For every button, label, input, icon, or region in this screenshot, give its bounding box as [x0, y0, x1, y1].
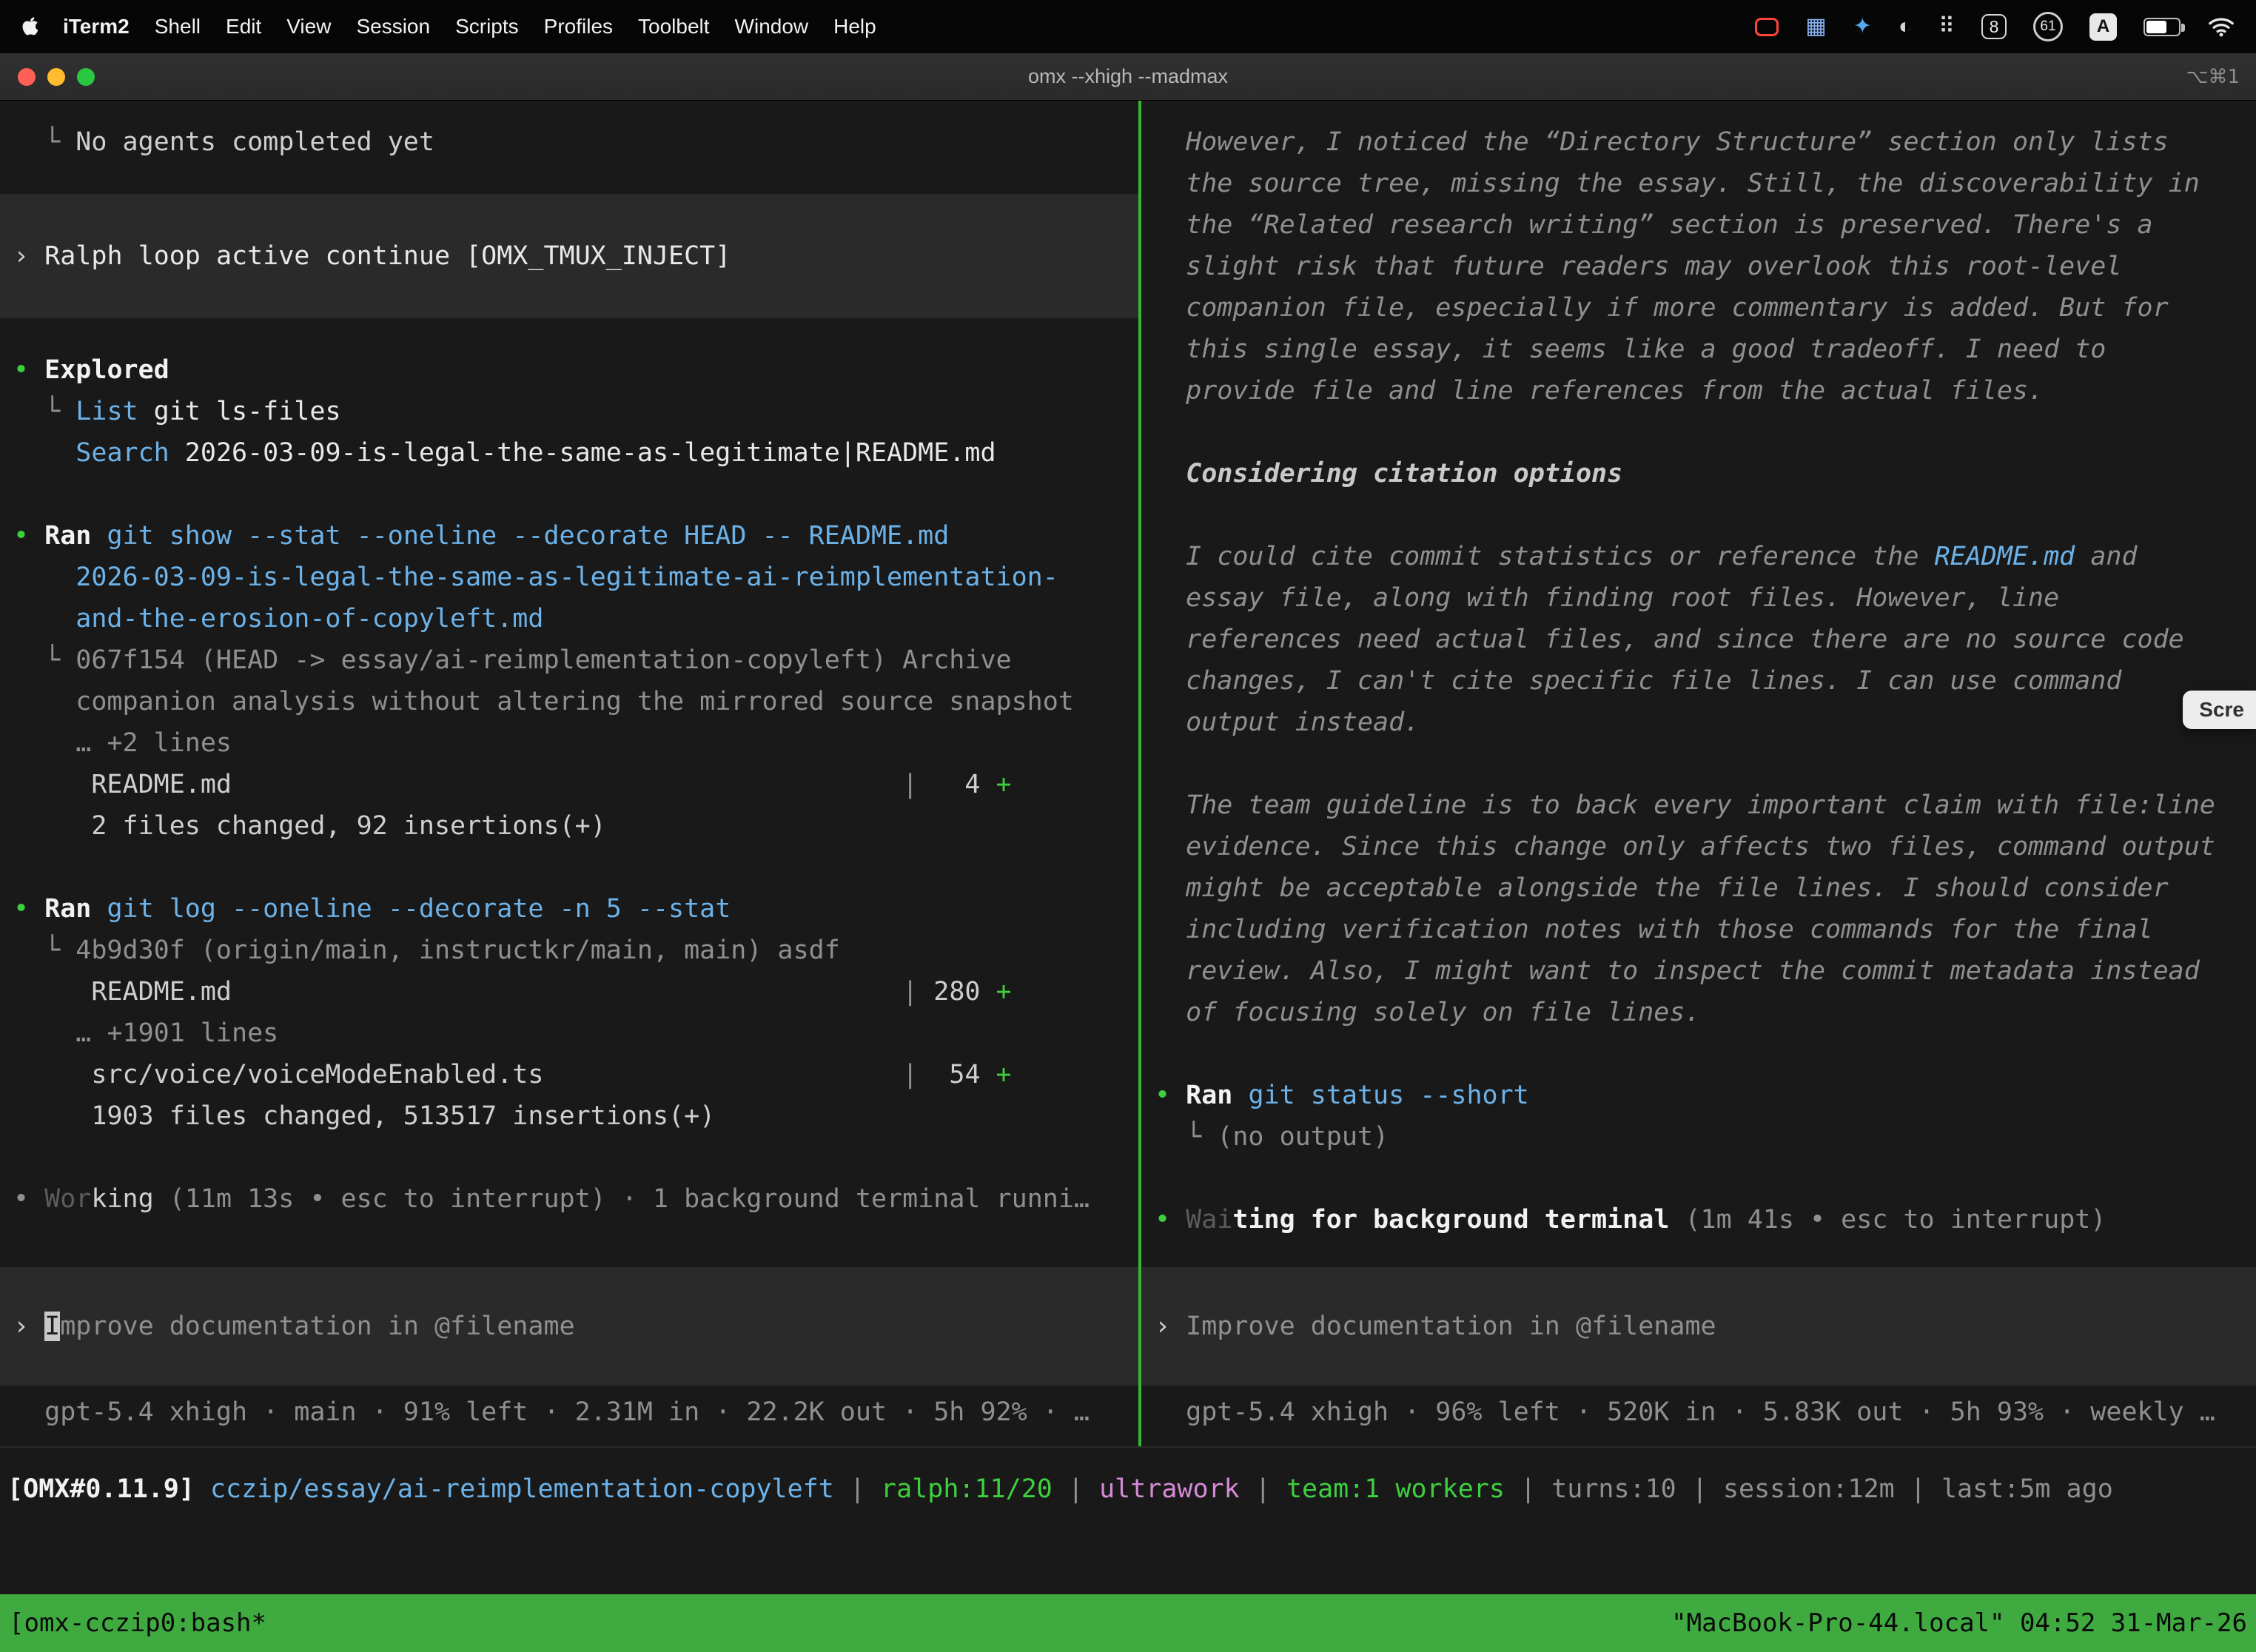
- thinking-header: Considering citation options: [1141, 453, 2256, 494]
- thinking-text: However, I noticed the “Directory Struct…: [1141, 121, 2256, 163]
- window-title: omx --xhigh --madmax: [0, 65, 2256, 88]
- minimize-button[interactable]: [47, 68, 65, 86]
- window-shortcut-badge: ⌥⌘1: [2186, 66, 2256, 88]
- ran-git-log-header: • Ran git log --oneline --decorate -n 5 …: [0, 888, 1138, 930]
- window-controls: [0, 68, 95, 86]
- thinking-text: of focusing solely on file lines.: [1141, 992, 2256, 1033]
- session-status-left: gpt-5.4 xhigh · main · 91% left · 2.31M …: [0, 1391, 1138, 1433]
- thinking-text: the “Related research writing” section i…: [1141, 204, 2256, 246]
- explored-header: • Explored: [0, 349, 1138, 391]
- waiting-indicator: • Waiting for background terminal (1m 41…: [1141, 1199, 2256, 1240]
- terminal-gap: [0, 1137, 1138, 1178]
- terminal-gap-right-input: [1141, 1240, 2256, 1267]
- commit-line-wrap: companion analysis without altering the …: [0, 681, 1138, 722]
- diffstat-summary: 2 files changed, 92 insertions(+): [0, 805, 1138, 847]
- composer-input-left[interactable]: › Improve documentation in @filename: [0, 1267, 1138, 1386]
- thinking-text: might be acceptable alongside the file l…: [1141, 867, 2256, 909]
- tmux-session-window[interactable]: [omx-cczip0:bash*: [9, 1608, 266, 1638]
- command-wrap-line: and-the-erosion-of-copyleft.md: [0, 598, 1138, 639]
- apple-menu-icon[interactable]: [21, 16, 40, 38]
- no-agents-line: └ No agents completed yet: [0, 121, 1138, 163]
- terminal-window: └ No agents completed yet › Ralph loop ac…: [0, 101, 2256, 1652]
- key-app-icon[interactable]: 8: [1981, 14, 2007, 39]
- menu-items: iTerm2ShellEditViewSessionScriptsProfile…: [50, 15, 889, 38]
- terminal-gap: [1141, 1158, 2256, 1199]
- composer-input-right[interactable]: › Improve documentation in @filename: [1141, 1267, 2256, 1386]
- tmux-panes: └ No agents completed yet › Ralph loop ac…: [0, 101, 2256, 1448]
- thinking-text: companion file, especially if more comme…: [1141, 287, 2256, 329]
- zoom-button[interactable]: [77, 68, 95, 86]
- menu-session[interactable]: Session: [343, 15, 443, 38]
- tmux-host-clock: "MacBook-Pro-44.local" 04:52 31-Mar-26: [1671, 1608, 2247, 1638]
- diffstat-line: README.md | 4 +: [0, 764, 1138, 805]
- menu-iterm2[interactable]: iTerm2: [50, 15, 142, 38]
- terminal-gap: [1141, 412, 2256, 453]
- input-source-icon[interactable]: A: [2089, 13, 2117, 41]
- thinking-text: including verification notes with those …: [1141, 909, 2256, 950]
- menu-help[interactable]: Help: [821, 15, 889, 38]
- diffstat-summary: 1903 files changed, 513517 insertions(+): [0, 1095, 1138, 1137]
- menubar-status-icons: ▦ ✦ ◐ ⠿ 8 61 A: [1755, 12, 2235, 41]
- terminal-gap-left-input: [0, 1220, 1138, 1267]
- thinking-text: output instead.: [1141, 702, 2256, 743]
- tool-list-line: └ List git ls-files: [0, 391, 1138, 432]
- terminal-gap-banner: [0, 163, 1138, 194]
- sparkle-app-icon[interactable]: ✦: [1853, 16, 1872, 38]
- commit-line: └ 4b9d30f (origin/main, instructkr/main,…: [0, 930, 1138, 971]
- thinking-text: this single essay, it seems like a good …: [1141, 329, 2256, 370]
- command-wrap-line: 2026-03-09-is-legal-the-same-as-legitima…: [0, 557, 1138, 598]
- terminal-gap: [1141, 743, 2256, 785]
- terminal-gap: [1141, 1033, 2256, 1075]
- elided-lines-note: … +1901 lines: [0, 1013, 1138, 1054]
- wifi-icon[interactable]: [2207, 16, 2235, 37]
- thinking-text: The team guideline is to back every impo…: [1141, 785, 2256, 826]
- no-output-line: └ (no output): [1141, 1116, 2256, 1158]
- thinking-text: slight risk that future readers may over…: [1141, 246, 2256, 287]
- terminal-gap: [0, 474, 1138, 515]
- battery-fill: [2146, 21, 2166, 33]
- thinking-text: evidence. Since this change only affects…: [1141, 826, 2256, 867]
- terminal-gap: [0, 847, 1138, 888]
- thinking-text: review. Also, I might want to inspect th…: [1141, 950, 2256, 992]
- tmux-status-bar: [omx-cczip0:bash* "MacBook-Pro-44.local"…: [0, 1594, 2256, 1652]
- terminal-gap: [1141, 494, 2256, 536]
- terminal-gap-banner: [0, 318, 1138, 349]
- diffstat-line: src/voice/voiceModeEnabled.ts | 54 +: [0, 1054, 1138, 1095]
- window-title-bar: omx --xhigh --madmax ⌥⌘1: [0, 53, 2256, 101]
- macos-menu-bar: iTerm2ShellEditViewSessionScriptsProfile…: [0, 0, 2256, 53]
- thinking-text: I could cite commit statistics or refere…: [1141, 536, 2256, 577]
- thinking-text: essay file, along with finding root file…: [1141, 577, 2256, 619]
- launchpad-icon[interactable]: ⠿: [1938, 16, 1955, 38]
- thinking-text: the source tree, missing the essay. Stil…: [1141, 163, 2256, 204]
- ran-git-status-header: • Ran git status --short: [1141, 1075, 2256, 1116]
- notification-toast[interactable]: Scre: [2183, 691, 2256, 729]
- menu-window[interactable]: Window: [722, 15, 822, 38]
- session-status-right: gpt-5.4 xhigh · 96% left · 520K in · 5.8…: [1141, 1391, 2256, 1433]
- left-pane[interactable]: └ No agents completed yet › Ralph loop ac…: [0, 101, 1138, 1446]
- omx-status-line: [OMX#0.11.9] cczip/essay/ai-reimplementa…: [0, 1468, 2256, 1510]
- circle-app-icon[interactable]: ◐: [1899, 16, 1912, 38]
- menu-scripts[interactable]: Scripts: [443, 15, 531, 38]
- menu-edit[interactable]: Edit: [213, 15, 274, 38]
- ralph-inject-banner: › Ralph loop active continue [OMX_TMUX_I…: [0, 194, 1138, 318]
- menu-toolbelt[interactable]: Toolbelt: [625, 15, 722, 38]
- menu-profiles[interactable]: Profiles: [531, 15, 625, 38]
- diffstat-line: README.md | 280 +: [0, 971, 1138, 1013]
- battery-icon[interactable]: [2143, 18, 2181, 36]
- close-button[interactable]: [18, 68, 36, 86]
- grid-app-icon[interactable]: ▦: [1805, 16, 1826, 38]
- ran-git-show-header: • Ran git show --stat --oneline --decora…: [0, 515, 1138, 557]
- commit-line: └ 067f154 (HEAD -> essay/ai-reimplementa…: [0, 639, 1138, 681]
- thinking-text: changes, I can't cite specific file line…: [1141, 660, 2256, 702]
- battery-percent-widget[interactable]: 61: [2033, 12, 2063, 41]
- menu-view[interactable]: View: [274, 15, 343, 38]
- thinking-text: references need actual files, and since …: [1141, 619, 2256, 660]
- screen-recording-indicator[interactable]: [1755, 18, 1779, 36]
- thinking-text: provide file and line references from th…: [1141, 370, 2256, 412]
- elided-lines-note: … +2 lines: [0, 722, 1138, 764]
- menu-shell[interactable]: Shell: [142, 15, 213, 38]
- tool-search-line: Search 2026-03-09-is-legal-the-same-as-l…: [0, 432, 1138, 474]
- right-pane[interactable]: However, I noticed the “Directory Struct…: [1141, 101, 2256, 1446]
- working-indicator: • Working (11m 13s • esc to interrupt) ·…: [0, 1178, 1138, 1220]
